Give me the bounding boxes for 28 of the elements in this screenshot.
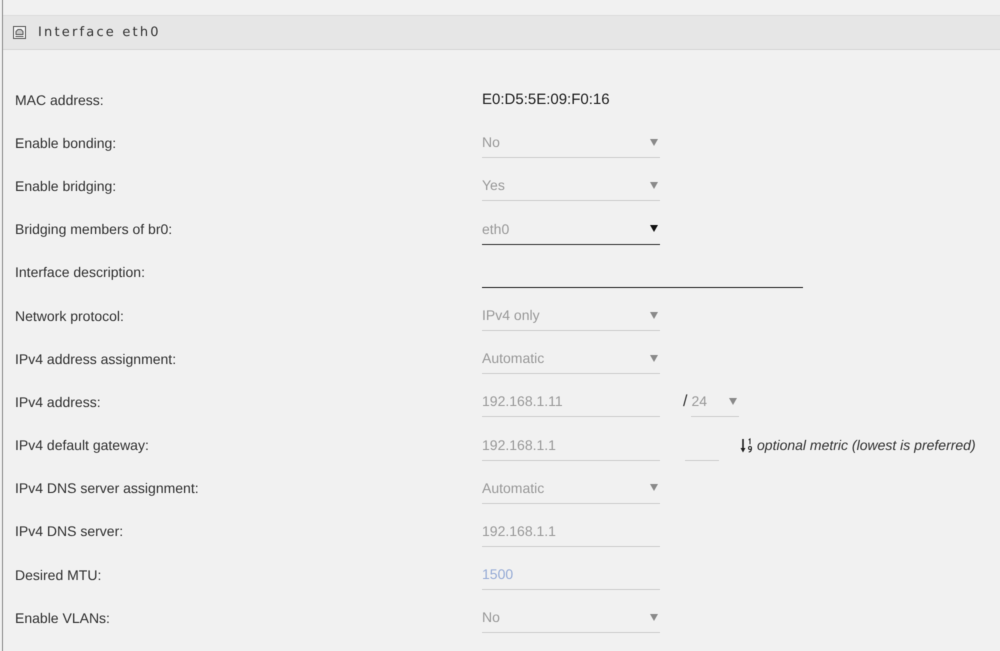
field-label: Interface description: [15, 264, 145, 280]
field-label: IPv4 default gateway: [15, 437, 149, 454]
caret-icon [650, 354, 658, 362]
caret-icon [729, 398, 738, 405]
mac-address-value: E0:D5:5E:09:F0:16 [482, 91, 610, 108]
field-label: IPv4 DNS server: [15, 523, 124, 540]
field-label: IPv4 address: [15, 394, 101, 410]
caret-icon [650, 225, 658, 232]
caret-icon [650, 138, 658, 146]
prefix-separator: / [683, 392, 688, 411]
network-port-icon [13, 26, 26, 39]
caret-icon [650, 182, 658, 189]
caret-icon [650, 614, 658, 621]
field-label: IPv4 DNS server assignment: [15, 480, 199, 496]
field-label: Desired MTU: [15, 566, 102, 583]
hint-text: optional metric (lowest is preferred) [757, 437, 976, 454]
field-label: MAC address: [15, 92, 104, 108]
field-label: Network protocol: [15, 308, 124, 324]
caret-icon [650, 312, 658, 319]
field-label: Enable bridging: [15, 178, 116, 194]
field-label: Bridging members of br0: [15, 221, 172, 238]
dropdown[interactable]: eth0 [482, 214, 660, 245]
panel-title: Interface eth0 [38, 25, 161, 40]
sort-icon [740, 438, 753, 453]
caret-icon [650, 484, 658, 492]
field-label: Enable VLANs: [15, 610, 110, 626]
field-label: IPv4 address assignment: [15, 350, 176, 367]
field-label: Enable bonding: [15, 134, 116, 151]
